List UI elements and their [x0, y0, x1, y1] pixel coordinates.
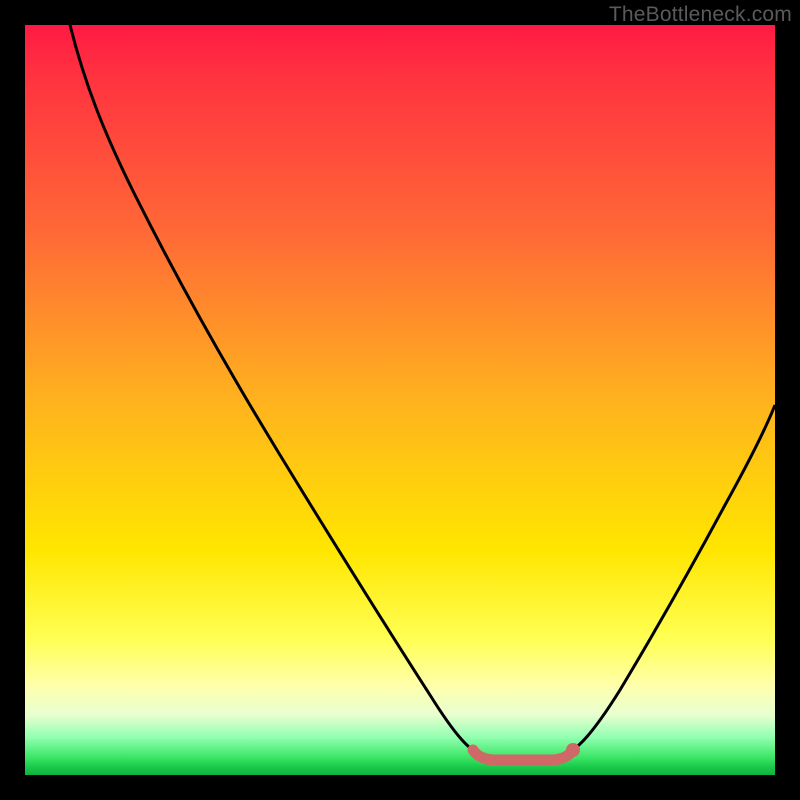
watermark-text: TheBottleneck.com [609, 3, 792, 27]
trough-marker [473, 750, 573, 760]
curve-layer [25, 25, 775, 775]
chart-frame: TheBottleneck.com [0, 0, 800, 800]
bottleneck-curve [70, 25, 775, 757]
trough-end-dot [566, 743, 580, 757]
plot-area [25, 25, 775, 775]
